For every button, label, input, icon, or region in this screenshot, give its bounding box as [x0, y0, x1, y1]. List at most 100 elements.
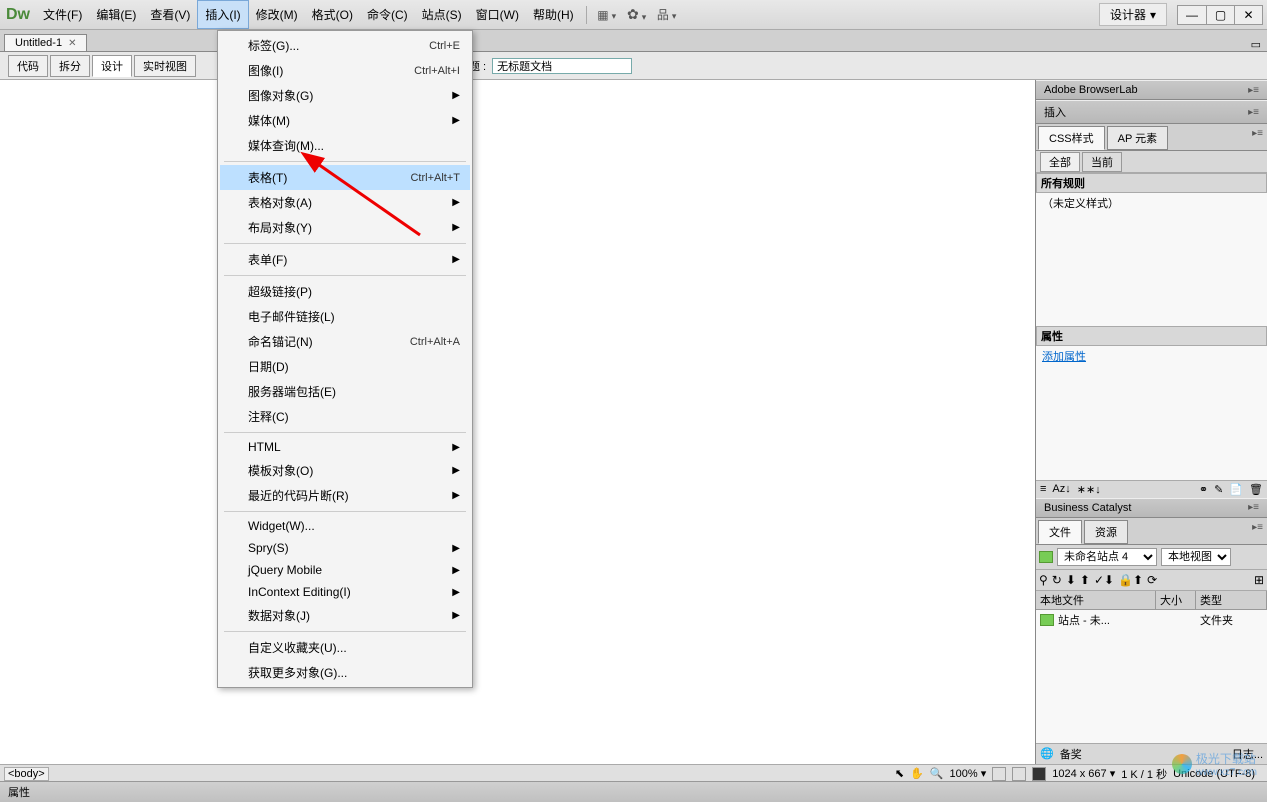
menu-item[interactable]: 注释(C): [220, 404, 470, 429]
az-icon[interactable]: Aᴢ↓: [1052, 483, 1070, 495]
menu-item[interactable]: 最近的代码片断(R)▶: [220, 483, 470, 508]
menu-item[interactable]: 电子邮件链接(L): [220, 304, 470, 329]
menu-item[interactable]: 标签(G)...Ctrl+E: [220, 33, 470, 58]
view-btn-2[interactable]: 设计: [92, 55, 132, 77]
panel-bizcatalyst-head[interactable]: Business Catalyst ▸≡: [1036, 498, 1267, 518]
expand-icon[interactable]: ⊞: [1254, 573, 1264, 587]
panel-menu-icon[interactable]: ▸≡: [1248, 518, 1267, 544]
tab-files[interactable]: 文件: [1038, 520, 1082, 544]
globe-icon[interactable]: 🌐: [1040, 747, 1054, 760]
menu-插入[interactable]: 插入(I): [197, 0, 248, 29]
design-canvas[interactable]: [0, 80, 1035, 764]
tab-css-styles[interactable]: CSS样式: [1038, 126, 1105, 150]
network-icon[interactable]: 品: [657, 5, 677, 25]
close-icon[interactable]: ✕: [68, 38, 76, 49]
zoom-icon[interactable]: 🔍: [930, 767, 944, 780]
dimensions-text[interactable]: 1024 x 667 ▾: [1052, 767, 1115, 780]
get-icon[interactable]: ⬇: [1066, 573, 1076, 587]
sync-icon[interactable]: ⟳: [1147, 573, 1157, 587]
panel-menu-icon[interactable]: ▸≡: [1248, 107, 1259, 118]
refresh-icon[interactable]: ↻: [1052, 573, 1062, 587]
panel-menu-icon[interactable]: ▸≡: [1248, 124, 1267, 150]
menu-编辑[interactable]: 编辑(E): [89, 0, 143, 29]
phone-icon[interactable]: [992, 767, 1006, 781]
menu-帮助[interactable]: 帮助(H): [526, 0, 581, 29]
desktop-icon[interactable]: [1032, 767, 1046, 781]
menu-item[interactable]: 命名锚记(N)Ctrl+Alt+A: [220, 329, 470, 354]
menu-item[interactable]: InContext Editing(I)▶: [220, 581, 470, 603]
menu-item[interactable]: 图像(I)Ctrl+Alt+I: [220, 58, 470, 83]
checkout-icon[interactable]: ✓⬇: [1094, 573, 1114, 587]
menu-item[interactable]: Spry(S)▶: [220, 537, 470, 559]
tab-ap-elements[interactable]: AP 元素: [1107, 126, 1169, 150]
menu-item[interactable]: 模板对象(O)▶: [220, 458, 470, 483]
view-btn-1[interactable]: 拆分: [50, 55, 90, 77]
file-root-row[interactable]: 站点 - 未... 文件夹: [1036, 610, 1267, 630]
menu-查看[interactable]: 查看(V): [143, 0, 197, 29]
view-btn-3[interactable]: 实时视图: [134, 55, 196, 77]
panel-insert-head[interactable]: 插入 ▸≡: [1036, 100, 1267, 124]
files-tree[interactable]: 站点 - 未... 文件夹: [1036, 610, 1267, 743]
menu-item[interactable]: 获取更多对象(G)...: [220, 660, 470, 685]
menu-修改[interactable]: 修改(M): [249, 0, 305, 29]
view-btn-0[interactable]: 代码: [8, 55, 48, 77]
document-title-input[interactable]: [492, 58, 632, 74]
menu-item-label: 超级链接(P): [248, 283, 312, 300]
menu-item[interactable]: 表单(F)▶: [220, 247, 470, 272]
menu-item[interactable]: 媒体(M)▶: [220, 108, 470, 133]
panel-menu-icon[interactable]: ▸≡: [1248, 85, 1259, 96]
properties-header[interactable]: 属性: [0, 781, 1267, 802]
menu-文件[interactable]: 文件(F): [36, 0, 89, 29]
workspace-switcher[interactable]: 设计器 ▾: [1099, 3, 1167, 26]
menu-item[interactable]: 表格(T)Ctrl+Alt+T: [220, 165, 470, 190]
menu-item[interactable]: 表格对象(A)▶: [220, 190, 470, 215]
tablet-icon[interactable]: [1012, 767, 1026, 781]
zoom-value[interactable]: 100% ▾: [950, 767, 987, 780]
link-icon[interactable]: ⚭: [1199, 483, 1208, 496]
menu-item[interactable]: 服务器端包括(E): [220, 379, 470, 404]
put-icon[interactable]: ⬆: [1080, 573, 1090, 587]
menu-格式[interactable]: 格式(O): [305, 0, 360, 29]
add-property-link[interactable]: 添加属性: [1036, 346, 1267, 366]
menu-item[interactable]: 超级链接(P): [220, 279, 470, 304]
col-size[interactable]: 大小: [1156, 591, 1196, 609]
menu-item[interactable]: Widget(W)...: [220, 515, 470, 537]
panel-menu-icon[interactable]: ▸≡: [1248, 502, 1259, 513]
tab-resources[interactable]: 资源: [1084, 520, 1128, 544]
document-tab[interactable]: Untitled-1 ✕: [4, 34, 87, 51]
menu-item[interactable]: jQuery Mobile▶: [220, 559, 470, 581]
connect-icon[interactable]: ⚲: [1039, 573, 1048, 587]
layout-icon[interactable]: ▦: [597, 5, 617, 25]
pointer-icon[interactable]: ⬉: [895, 767, 904, 780]
subtab-all[interactable]: 全部: [1040, 152, 1080, 172]
menu-item[interactable]: 布局对象(Y)▶: [220, 215, 470, 240]
menu-item[interactable]: 数据对象(J)▶: [220, 603, 470, 628]
maximize-button[interactable]: ▢: [1206, 6, 1234, 24]
hand-icon[interactable]: ✋: [910, 767, 924, 780]
menu-窗口[interactable]: 窗口(W): [469, 0, 526, 29]
category-icon[interactable]: ≡: [1040, 483, 1046, 495]
menu-命令[interactable]: 命令(C): [360, 0, 415, 29]
new-style-icon[interactable]: 📄: [1229, 483, 1243, 496]
minimize-button[interactable]: —: [1178, 6, 1206, 24]
restore-icon[interactable]: ▭: [1251, 38, 1261, 51]
site-select[interactable]: 未命名站点 4: [1057, 548, 1157, 566]
checkin-icon[interactable]: 🔒⬆: [1118, 573, 1143, 587]
view-select[interactable]: 本地视图: [1161, 548, 1231, 566]
close-button[interactable]: ✕: [1234, 6, 1262, 24]
col-type[interactable]: 类型: [1196, 591, 1267, 609]
menu-item[interactable]: 自定义收藏夹(U)...: [220, 635, 470, 660]
subtab-current[interactable]: 当前: [1082, 152, 1122, 172]
new-rule-icon[interactable]: ✎: [1214, 483, 1223, 496]
menu-item[interactable]: 日期(D): [220, 354, 470, 379]
path-tag-body[interactable]: <body>: [4, 767, 49, 781]
gear-icon[interactable]: ✿: [627, 5, 647, 25]
col-localfile[interactable]: 本地文件: [1036, 591, 1156, 609]
menu-item[interactable]: HTML▶: [220, 436, 470, 458]
menu-item[interactable]: 媒体查询(M)...: [220, 133, 470, 158]
trash-icon[interactable]: 🗑: [1249, 483, 1263, 496]
menu-item[interactable]: 图像对象(G)▶: [220, 83, 470, 108]
panel-browserlab-head[interactable]: Adobe BrowserLab ▸≡: [1036, 80, 1267, 100]
menu-站点[interactable]: 站点(S): [415, 0, 469, 29]
set-icon[interactable]: ∗∗↓: [1077, 483, 1101, 496]
